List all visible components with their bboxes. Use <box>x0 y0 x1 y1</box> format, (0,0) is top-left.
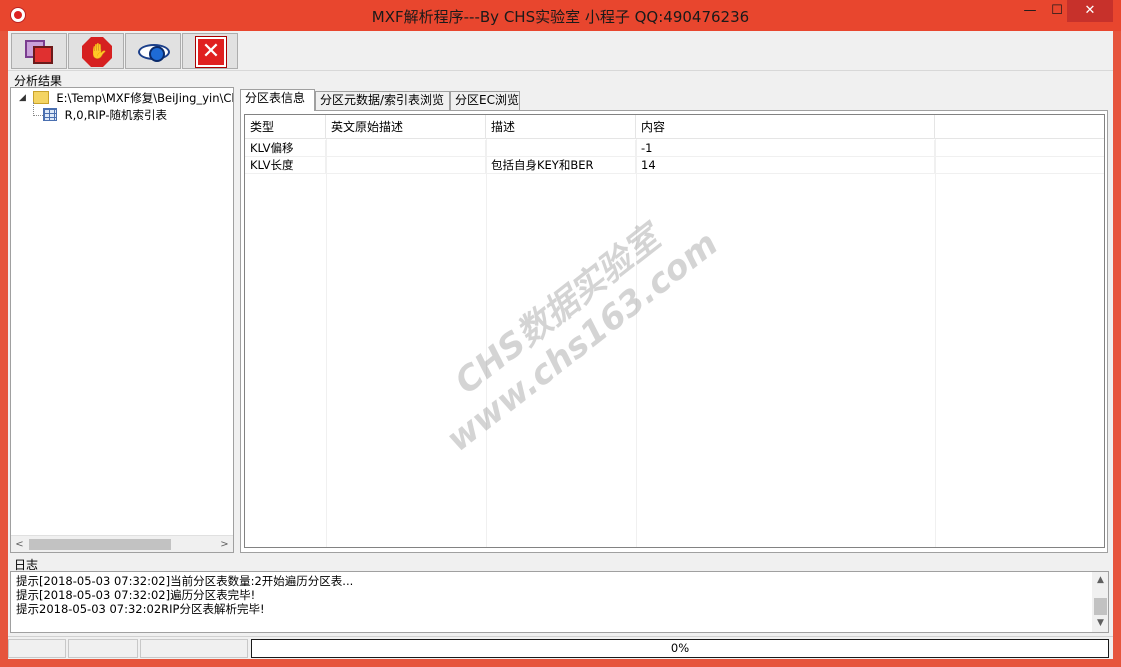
close-x-icon: ✕ <box>196 37 226 67</box>
tree-connector <box>33 102 43 116</box>
scroll-thumb[interactable] <box>29 539 171 550</box>
table-cell <box>326 157 486 173</box>
minimize-button[interactable]: — <box>1016 0 1044 22</box>
title-bar[interactable]: MXF解析程序---By CHS实验室 小程子 QQ:490476236 — ☐… <box>0 0 1121 31</box>
progress-bar: 0% <box>251 639 1109 658</box>
table-cell: -1 <box>636 140 935 156</box>
table-cell: 14 <box>636 157 935 173</box>
exit-button[interactable]: ✕ <box>182 33 238 69</box>
table-cell: 包括自身KEY和BER <box>486 157 636 173</box>
tree-item-file[interactable]: ◢ E:\Temp\MXF修复\BeiJing_yin\Clip\1( <box>19 90 234 107</box>
scroll-up-button[interactable]: ▲ <box>1092 572 1108 589</box>
column-header-extra[interactable] <box>935 115 1104 138</box>
stop-button[interactable] <box>68 33 124 69</box>
column-header-description[interactable]: 描述 <box>486 115 636 138</box>
log-line: 提示[2018-05-03 07:32:02]遍历分区表完毕! <box>16 588 256 602</box>
table-cell <box>326 140 486 156</box>
tree-horizontal-scrollbar[interactable]: < > <box>11 535 233 552</box>
view-button[interactable] <box>125 33 181 69</box>
film-icon <box>25 40 53 64</box>
scroll-down-button[interactable]: ▼ <box>1092 615 1108 632</box>
table-cell: KLV长度 <box>245 157 326 173</box>
table-row[interactable]: KLV长度 包括自身KEY和BER 14 <box>245 157 1104 174</box>
app-window: MXF解析程序---By CHS实验室 小程子 QQ:490476236 — ☐… <box>0 0 1121 667</box>
status-pane <box>140 639 248 658</box>
progress-text: 0% <box>670 641 690 655</box>
column-header-type[interactable]: 类型 <box>245 115 326 138</box>
log-textarea[interactable]: 提示[2018-05-03 07:32:02]当前分区表数量:2开始遍历分区表.… <box>10 571 1109 633</box>
table-icon <box>43 108 57 121</box>
window-title: MXF解析程序---By CHS实验室 小程子 QQ:490476236 <box>371 8 750 26</box>
log-line: 提示[2018-05-03 07:32:02]当前分区表数量:2开始遍历分区表.… <box>16 574 354 588</box>
tab-partition-metadata[interactable]: 分区元数据/索引表浏览 <box>315 91 450 110</box>
toolbar: ✕ <box>8 31 1113 71</box>
tree-expander-icon[interactable]: ◢ <box>19 90 29 107</box>
table-cell <box>486 140 636 156</box>
scroll-left-button[interactable]: < <box>11 536 28 552</box>
scroll-thumb[interactable] <box>1094 598 1107 615</box>
table-cell: KLV偏移 <box>245 140 326 156</box>
eye-icon <box>138 44 170 62</box>
column-header-english[interactable]: 英文原始描述 <box>326 115 486 138</box>
open-file-button[interactable] <box>11 33 67 69</box>
log-line: 提示2018-05-03 07:32:02RIP分区表解析完毕! <box>16 602 265 616</box>
status-pane <box>68 639 138 658</box>
table-cell <box>935 140 1104 156</box>
tab-partition-info[interactable]: 分区表信息 <box>240 89 315 111</box>
tab-partition-ec[interactable]: 分区EC浏览 <box>450 91 520 110</box>
table-cell <box>935 157 1104 173</box>
table-row[interactable]: KLV偏移 -1 <box>245 140 1104 157</box>
partition-info-grid[interactable]: 类型 英文原始描述 描述 内容 KLV偏移 -1 KLV长度 包括自身KEY和B… <box>244 114 1105 548</box>
column-header-content[interactable]: 内容 <box>636 115 935 138</box>
tree-item-rip[interactable]: R,0,RIP-随机索引表 <box>43 107 167 124</box>
grid-header: 类型 英文原始描述 描述 内容 <box>245 115 1104 139</box>
client-area: ✕ 分析结果 ◢ E:\Temp\MXF修复\BeiJing_yin\Clip\… <box>8 31 1113 659</box>
analysis-tree[interactable]: ◢ E:\Temp\MXF修复\BeiJing_yin\Clip\1( R,0,… <box>10 87 234 553</box>
status-bar: 0% <box>8 636 1113 659</box>
status-pane <box>8 639 66 658</box>
log-vertical-scrollbar[interactable]: ▲ ▼ <box>1092 572 1108 632</box>
tree-item-label: E:\Temp\MXF修复\BeiJing_yin\Clip\1( <box>56 91 234 105</box>
tree-item-label: R,0,RIP-随机索引表 <box>64 108 167 122</box>
scroll-right-button[interactable]: > <box>216 536 233 552</box>
stop-hand-icon <box>82 37 112 67</box>
close-window-button[interactable]: ✕ <box>1067 0 1113 22</box>
tab-content: 类型 英文原始描述 描述 内容 KLV偏移 -1 KLV长度 包括自身KEY和B… <box>240 110 1108 553</box>
grid-column-lines <box>245 139 1104 547</box>
